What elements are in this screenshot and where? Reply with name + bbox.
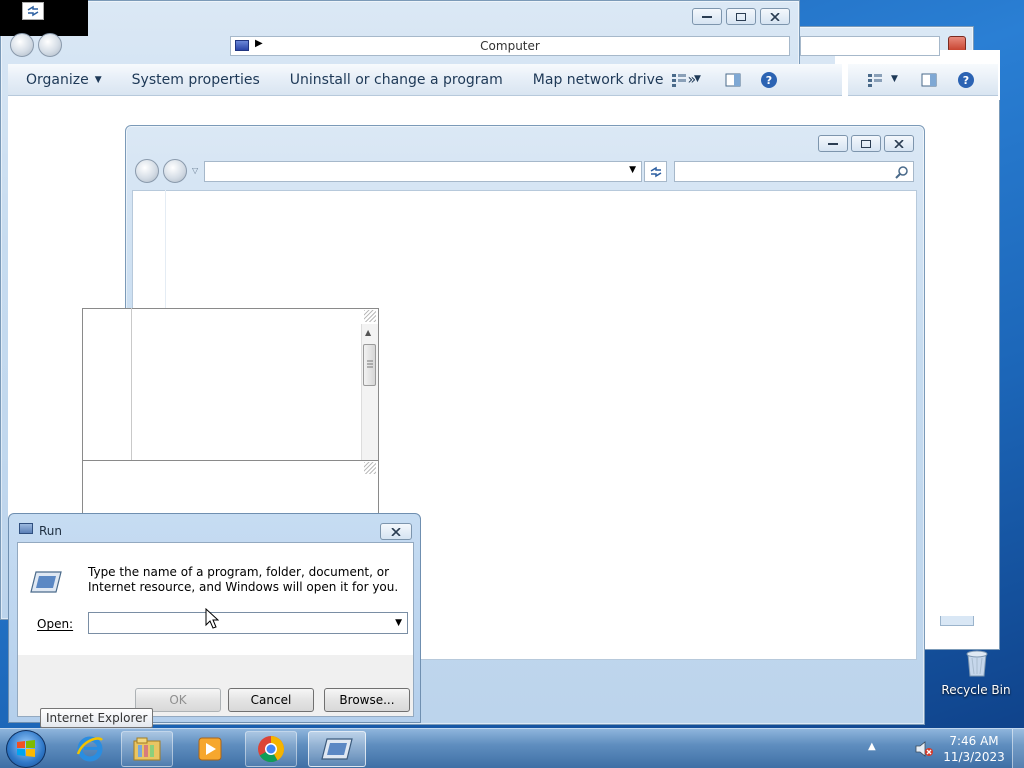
start-button[interactable] xyxy=(6,730,46,768)
minimize-button[interactable] xyxy=(818,135,848,152)
organize-label: Organize xyxy=(26,71,89,88)
address-bar[interactable]: ▶ Computer xyxy=(230,36,790,56)
map-drive-label: Map network drive xyxy=(532,71,664,88)
back-button[interactable] xyxy=(10,33,34,57)
address-text: Computer xyxy=(480,39,540,53)
chevron-down-icon: ▼ xyxy=(94,74,102,85)
blank-panel-inner-edge xyxy=(131,308,132,460)
navigation-pane-divider xyxy=(165,190,166,310)
address-bar-rear xyxy=(800,36,940,56)
refresh-icon xyxy=(650,166,661,177)
run-icon xyxy=(30,571,62,593)
map-network-drive-button[interactable]: Map network drive xyxy=(517,72,678,88)
system-properties-button[interactable]: System properties xyxy=(116,72,274,88)
clock-date: 11/3/2023 xyxy=(943,750,1005,764)
taskbar: ▲ 7:46 AM 11/3/2023 xyxy=(0,728,1024,768)
address-bar[interactable]: ▼ xyxy=(204,161,642,182)
ok-label: OK xyxy=(169,693,187,707)
forward-button[interactable] xyxy=(38,33,62,57)
run-dialog-title: Run xyxy=(39,524,63,538)
command-bar: Organize ▼ System properties Uninstall o… xyxy=(8,64,842,96)
browse-button[interactable]: Browse... xyxy=(324,688,410,712)
system-properties-label: System properties xyxy=(131,71,260,88)
run-icon xyxy=(19,523,33,534)
uninstall-label: Uninstall or change a program xyxy=(289,71,503,88)
open-label: Open: xyxy=(37,617,74,631)
help-icon[interactable]: ? xyxy=(957,71,975,89)
maximize-button[interactable] xyxy=(851,135,881,152)
show-desktop-button[interactable] xyxy=(1012,729,1024,768)
preview-pane-icon[interactable] xyxy=(920,71,938,89)
search-input[interactable] xyxy=(674,161,914,182)
recycle-bin-shortcut[interactable]: Recycle Bin xyxy=(940,646,1012,702)
run-dialog-content xyxy=(18,543,413,655)
view-options-icon[interactable] xyxy=(670,71,688,89)
svg-text:?: ? xyxy=(963,74,969,87)
windows-orb-icon xyxy=(17,740,35,757)
close-button[interactable] xyxy=(760,8,790,25)
maximize-button[interactable] xyxy=(726,8,756,25)
svg-text:?: ? xyxy=(766,74,772,87)
chrome-icon xyxy=(258,736,285,763)
scrollbar-thumb[interactable] xyxy=(363,344,376,386)
clock[interactable]: 7:46 AM 11/3/2023 xyxy=(942,733,1006,765)
cancel-label: Cancel xyxy=(250,693,292,707)
speaker-muted-icon xyxy=(915,741,933,757)
minimize-button[interactable] xyxy=(692,8,722,25)
run-icon xyxy=(321,738,353,760)
taskbar-chrome[interactable] xyxy=(245,731,297,767)
forward-button[interactable] xyxy=(163,159,187,183)
window-artifact xyxy=(0,0,88,36)
run-description: Type the name of a program, folder, docu… xyxy=(88,565,399,594)
media-player-icon xyxy=(198,737,222,761)
tooltip-text: Internet Explorer xyxy=(46,711,148,725)
back-button[interactable] xyxy=(135,159,159,183)
blank-panel xyxy=(82,308,379,523)
chevron-down-icon[interactable]: ▽ xyxy=(192,166,198,175)
taskbar-internet-explorer[interactable] xyxy=(64,731,116,767)
open-combobox[interactable]: ▼ xyxy=(88,612,408,634)
show-hidden-icons-button[interactable]: ▲ xyxy=(868,741,876,752)
search-icon xyxy=(895,166,908,179)
cancel-button[interactable]: Cancel xyxy=(228,688,314,712)
view-options-icon[interactable] xyxy=(866,71,884,89)
chevron-down-icon[interactable]: ▼ xyxy=(891,74,898,84)
blank-panel-divider xyxy=(82,460,379,461)
taskbar-windows-explorer[interactable] xyxy=(121,731,173,767)
refresh-button[interactable] xyxy=(644,161,667,182)
chevron-down-icon[interactable]: ▼ xyxy=(694,74,701,84)
preview-pane-icon[interactable] xyxy=(724,71,742,89)
uninstall-program-button[interactable]: Uninstall or change a program xyxy=(274,72,517,88)
scroll-up-arrow-icon[interactable]: ▲ xyxy=(365,328,371,337)
refresh-icon[interactable] xyxy=(22,2,44,20)
mouse-cursor-icon xyxy=(205,608,219,629)
resize-grip-icon[interactable] xyxy=(364,462,376,474)
close-button[interactable] xyxy=(380,523,412,540)
tooltip: Internet Explorer xyxy=(40,708,154,728)
organize-menu[interactable]: Organize ▼ xyxy=(8,72,116,88)
internet-explorer-icon xyxy=(76,736,103,762)
taskbar-media-player[interactable] xyxy=(184,731,236,767)
clock-time: 7:46 AM xyxy=(949,734,999,748)
help-icon[interactable]: ? xyxy=(760,71,778,89)
taskbar-run[interactable] xyxy=(308,731,366,767)
recycle-bin-icon xyxy=(966,650,988,677)
resize-grip-icon[interactable] xyxy=(364,310,376,322)
volume-button[interactable] xyxy=(914,739,934,759)
close-button[interactable] xyxy=(884,135,914,152)
chevron-down-icon[interactable]: ▼ xyxy=(629,165,636,175)
recycle-bin-label: Recycle Bin xyxy=(941,683,1011,697)
browse-label: Browse... xyxy=(339,693,395,707)
chevron-down-icon[interactable]: ▼ xyxy=(395,618,402,628)
folder-library-icon xyxy=(133,737,161,761)
